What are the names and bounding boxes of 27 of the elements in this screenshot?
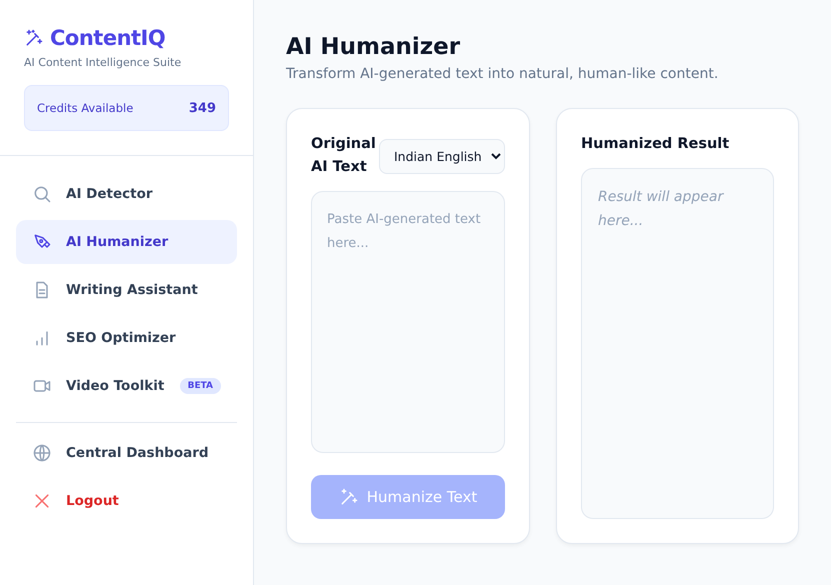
brand-name: ContentIQ — [50, 26, 166, 50]
page-title: AI Humanizer — [286, 34, 462, 60]
logout-link[interactable]: Logout — [16, 479, 237, 523]
nav-label: Video Toolkit — [66, 378, 164, 394]
nav-label: Writing Assistant — [66, 282, 198, 298]
page-subtitle: Transform AI-generated text into natural, human-like content. — [286, 66, 720, 82]
nav-label: SEO Optimizer — [66, 330, 176, 346]
nav-label: AI Detector — [66, 186, 153, 202]
nav-label: AI Humanizer — [66, 234, 168, 250]
nav-item[interactable]: Video Toolkit BETA — [16, 364, 237, 408]
nav-item[interactable]: Writing Assistant — [16, 268, 237, 312]
nav-item[interactable]: SEO Optimizer — [16, 316, 237, 360]
credits-value: 349 — [188, 100, 216, 116]
magic-wand-icon — [24, 28, 44, 48]
magic-wand-icon — [338, 487, 359, 507]
globe-icon — [32, 443, 52, 463]
nav-item[interactable]: AI Humanizer — [16, 220, 237, 264]
brand-tagline: AI Content Intelligence Suite — [24, 56, 182, 69]
credits-label: Credits Available — [37, 101, 134, 115]
input-field[interactable]: Paste AI-generated text here... — [311, 191, 505, 453]
nav-item[interactable]: AI Detector — [16, 172, 237, 216]
dialect-select[interactable]: Indian English — [379, 138, 505, 174]
input-label: Original AI Text — [311, 135, 373, 177]
search-icon — [32, 184, 52, 204]
result-title: Humanized Result — [581, 136, 730, 152]
beta-badge: BETA — [180, 378, 221, 394]
nav-item[interactable]: Central Dashboard — [16, 431, 237, 475]
